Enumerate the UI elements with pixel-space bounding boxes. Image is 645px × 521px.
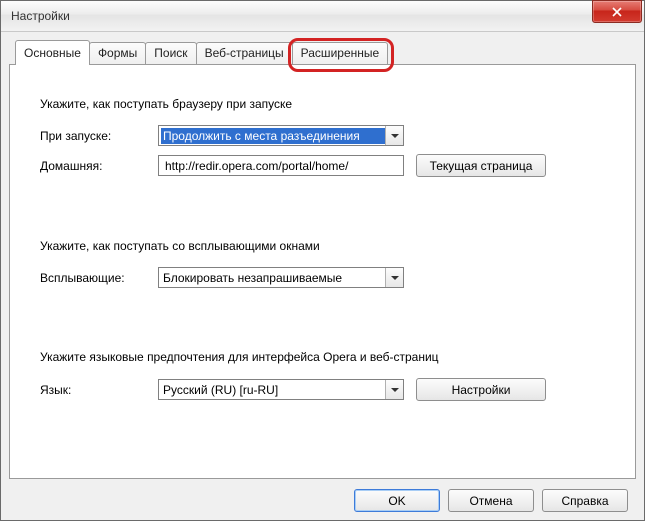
popups-row: Всплывающие: Блокировать незапрашиваемые bbox=[40, 267, 605, 288]
homepage-input-wrap bbox=[158, 155, 404, 176]
tab-label: Веб-страницы bbox=[205, 46, 284, 60]
tab-webpages[interactable]: Веб-страницы bbox=[196, 42, 293, 64]
tab-forms[interactable]: Формы bbox=[89, 42, 146, 64]
client-area: Основные Формы Поиск Веб-страницы Расшир… bbox=[1, 32, 644, 520]
language-value: Русский (RU) [ru-RU] bbox=[163, 383, 278, 397]
startup-heading: Укажите, как поступать браузеру при запу… bbox=[40, 97, 605, 111]
language-settings-button[interactable]: Настройки bbox=[416, 378, 546, 401]
settings-window: Настройки Основные Формы Поиск Веб-стран… bbox=[0, 0, 645, 521]
close-button[interactable] bbox=[592, 0, 642, 23]
popups-combo[interactable]: Блокировать незапрашиваемые bbox=[158, 267, 404, 288]
ok-button[interactable]: OK bbox=[354, 489, 440, 512]
on-startup-label: При запуске: bbox=[40, 129, 158, 143]
tab-label: Основные bbox=[24, 46, 81, 60]
homepage-row: Домашняя: Текущая страница bbox=[40, 154, 605, 177]
titlebar: Настройки bbox=[1, 1, 644, 32]
language-heading: Укажите языковые предпочтения для интерф… bbox=[40, 350, 605, 364]
chevron-down-icon bbox=[385, 380, 403, 399]
dialog-button-bar: OK Отмена Справка bbox=[9, 479, 636, 512]
language-combo[interactable]: Русский (RU) [ru-RU] bbox=[158, 379, 404, 400]
spacer bbox=[40, 296, 605, 350]
homepage-input[interactable] bbox=[163, 158, 399, 174]
tab-search[interactable]: Поиск bbox=[145, 42, 196, 64]
tab-label: Поиск bbox=[154, 46, 187, 60]
homepage-label: Домашняя: bbox=[40, 159, 158, 173]
startup-row: При запуске: Продолжить с места разъедин… bbox=[40, 125, 605, 146]
popups-value: Блокировать незапрашиваемые bbox=[163, 271, 342, 285]
spacer bbox=[40, 185, 605, 239]
help-button[interactable]: Справка bbox=[542, 489, 628, 512]
popups-label: Всплывающие: bbox=[40, 271, 158, 285]
chevron-down-icon bbox=[385, 268, 403, 287]
language-label: Язык: bbox=[40, 383, 158, 397]
tab-general[interactable]: Основные bbox=[15, 40, 90, 65]
popups-heading: Укажите, как поступать со всплывающими о… bbox=[40, 239, 605, 253]
on-startup-combo[interactable]: Продолжить с места разъединения bbox=[158, 125, 404, 146]
cancel-button[interactable]: Отмена bbox=[448, 489, 534, 512]
general-tab-page: Укажите, как поступать браузеру при запу… bbox=[9, 64, 636, 479]
tab-label: Формы bbox=[98, 46, 137, 60]
tab-strip: Основные Формы Поиск Веб-страницы Расшир… bbox=[15, 40, 636, 64]
close-icon bbox=[612, 7, 622, 17]
tab-advanced[interactable]: Расширенные bbox=[292, 42, 389, 64]
current-page-button[interactable]: Текущая страница bbox=[416, 154, 546, 177]
language-row: Язык: Русский (RU) [ru-RU] Настройки bbox=[40, 378, 605, 401]
on-startup-value: Продолжить с места разъединения bbox=[161, 128, 387, 144]
tab-label: Расширенные bbox=[301, 46, 380, 60]
chevron-down-icon bbox=[385, 126, 403, 145]
window-title: Настройки bbox=[11, 9, 70, 23]
